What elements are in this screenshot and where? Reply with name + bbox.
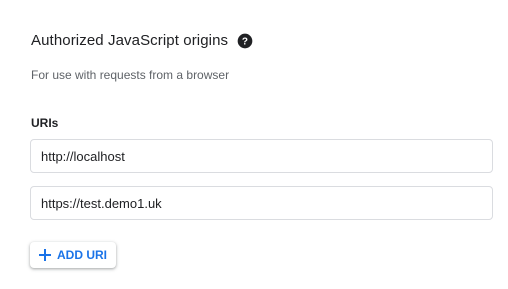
- add-uri-button[interactable]: ADD URI: [30, 242, 116, 268]
- uri-field[interactable]: [30, 186, 493, 220]
- section-title: Authorized JavaScript origins: [31, 32, 229, 49]
- section-description: For use with requests from a browser: [31, 68, 230, 82]
- add-uri-label: ADD URI: [57, 248, 107, 262]
- help-icon[interactable]: ?: [237, 33, 253, 49]
- svg-text:?: ?: [242, 36, 248, 47]
- section-header: Authorized JavaScript origins ?: [31, 32, 253, 49]
- uri-input[interactable]: [31, 195, 492, 211]
- uri-input[interactable]: [31, 148, 492, 164]
- uri-field[interactable]: [30, 139, 493, 173]
- plus-icon: [39, 249, 51, 261]
- uris-label: URIs: [31, 116, 59, 130]
